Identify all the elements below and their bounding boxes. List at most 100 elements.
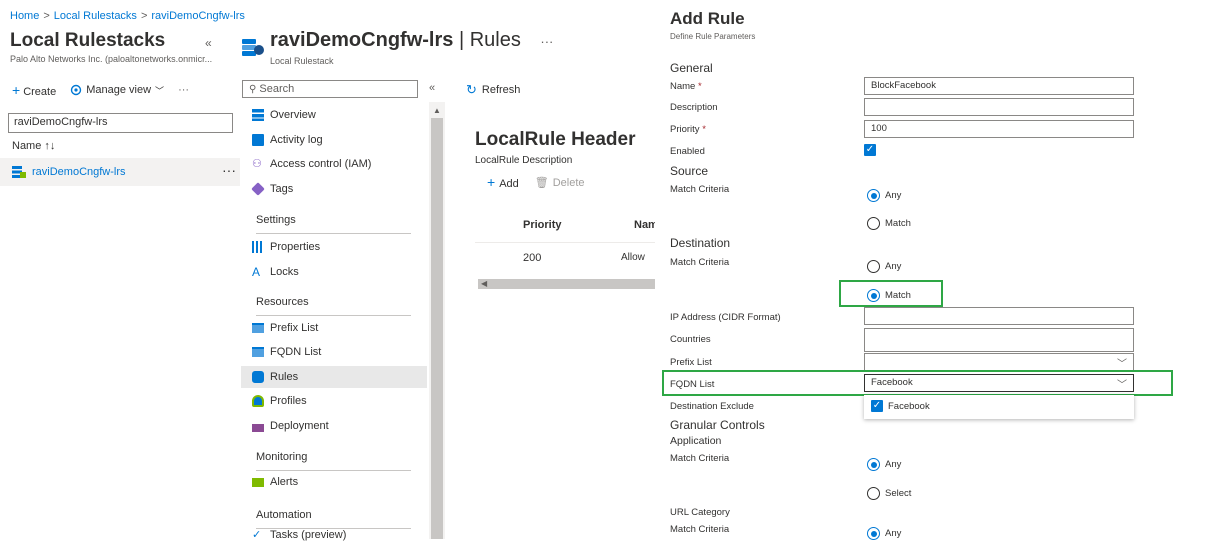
nav-label: Properties: [270, 241, 321, 253]
dest-any-radio[interactable]: Any: [867, 260, 901, 273]
tag-icon: [251, 182, 265, 196]
ip-address-field[interactable]: [864, 307, 1134, 325]
collapse-nav-button[interactable]: «: [429, 82, 435, 94]
url-any-radio[interactable]: Any: [867, 527, 901, 540]
filter-input[interactable]: raviDemoCngfw-lrs: [8, 113, 233, 133]
fqdn-dropdown-list: ✓ Facebook: [864, 395, 1134, 419]
nav-item-tasks[interactable]: ✓ Tasks (preview): [241, 529, 427, 543]
nav-item-tags[interactable]: Tags: [241, 178, 427, 200]
app-any-radio[interactable]: Any: [867, 458, 901, 471]
rule-name-field[interactable]: BlockFacebook: [864, 77, 1134, 95]
priority-label: Priority *: [670, 124, 706, 135]
general-heading: General: [670, 61, 713, 75]
highlight-box: [839, 280, 943, 307]
nav-divider: [256, 233, 411, 234]
nav-item-fqdn-list[interactable]: FQDN List: [241, 341, 427, 363]
nav-item-rules[interactable]: Rules: [241, 366, 427, 388]
radio-dot: [867, 458, 880, 471]
create-label: Create: [23, 86, 57, 98]
add-label: Add: [499, 178, 519, 190]
radio-dot: [867, 527, 880, 540]
nav-section-settings: Settings: [256, 214, 296, 226]
priority-field[interactable]: 100: [864, 120, 1134, 138]
countries-field[interactable]: [864, 328, 1134, 352]
nav-item-properties[interactable]: Properties: [241, 236, 427, 258]
resource-name: raviDemoCngfw-lrs: [270, 29, 454, 51]
required-mark: *: [702, 124, 706, 135]
nav-item-alerts[interactable]: Alerts: [241, 471, 427, 493]
nav-item-profiles[interactable]: Profiles: [241, 390, 427, 412]
prefix-list-select[interactable]: ﹀: [864, 353, 1134, 371]
option-checkbox: ✓: [871, 400, 883, 412]
countries-label: Countries: [670, 334, 711, 345]
destination-heading: Destination: [670, 236, 731, 250]
create-button[interactable]: + Create: [12, 82, 56, 98]
granular-controls-heading: Granular Controls: [670, 418, 765, 432]
rule-priority-cell: 200: [523, 252, 542, 264]
rules-description: LocalRule Description: [475, 155, 573, 166]
priority-column-header[interactable]: Priority: [523, 219, 562, 231]
breadcrumb-rulestack[interactable]: raviDemoCngfw-lrs: [151, 10, 245, 22]
rulestack-icon: [12, 166, 26, 178]
fqdn-option[interactable]: ✓ Facebook: [871, 400, 930, 412]
page-title: Local Rulestacks: [10, 30, 166, 51]
radio-dot: [867, 189, 880, 202]
ip-address-label: IP Address (CIDR Format): [670, 312, 781, 323]
row-more-button[interactable]: ···: [222, 162, 236, 178]
destination-exclude-label: Destination Exclude: [670, 401, 754, 412]
nav-item-locks[interactable]: A Locks: [241, 261, 427, 283]
table-row[interactable]: raviDemoCngfw-lrs ···: [0, 158, 240, 186]
highlight-box: [662, 370, 1173, 396]
manage-view-button[interactable]: Manage view ﹀: [70, 84, 164, 97]
breadcrumb-home[interactable]: Home: [10, 10, 39, 22]
name-label: Name *: [670, 81, 702, 92]
gear-icon: [71, 84, 82, 96]
scroll-up-arrow-icon[interactable]: ▲: [433, 106, 441, 115]
trash-icon: 🗑: [534, 176, 549, 189]
nav-scrollbar-thumb[interactable]: [431, 118, 443, 539]
rule-name-cell[interactable]: Allow: [621, 252, 645, 263]
nav-item-activity-log[interactable]: Activity log: [241, 129, 427, 151]
scroll-left-arrow-icon[interactable]: ◀: [481, 279, 487, 288]
source-match-radio[interactable]: Match: [867, 217, 911, 230]
source-match-criteria-label: Match Criteria: [670, 184, 730, 195]
nav-section-monitoring: Monitoring: [256, 451, 308, 463]
panel-title: Add Rule: [670, 9, 745, 28]
nav-item-deployment[interactable]: Deployment: [241, 415, 427, 437]
refresh-button[interactable]: ↻ Refresh: [466, 82, 520, 98]
breadcrumb-local-rulestacks[interactable]: Local Rulestacks: [54, 10, 137, 22]
delete-rule-button[interactable]: 🗑 Delete: [535, 176, 585, 189]
nav-label: Activity log: [270, 134, 323, 146]
collapse-left-button[interactable]: «: [205, 36, 212, 50]
nav-item-access-control[interactable]: ⚇ Access control (IAM): [241, 153, 427, 175]
alert-icon: [252, 477, 264, 487]
nav-label: Profiles: [270, 395, 307, 407]
more-button[interactable]: ···: [178, 84, 189, 96]
name-column-header[interactable]: Name ↑↓: [12, 140, 55, 152]
resource-more-button[interactable]: ···: [540, 34, 553, 49]
source-any-radio[interactable]: Any: [867, 189, 901, 202]
nav-item-prefix-list[interactable]: Prefix List: [241, 317, 427, 339]
rules-icon: [252, 371, 264, 383]
refresh-label: Refresh: [481, 84, 521, 96]
breadcrumb-separator: >: [43, 10, 50, 22]
table-horizontal-scrollbar[interactable]: [478, 279, 658, 289]
description-field[interactable]: [864, 98, 1134, 116]
nav-label: Access control (IAM): [270, 158, 372, 170]
nav-item-overview[interactable]: Overview: [241, 104, 427, 126]
add-rule-button[interactable]: + Add: [487, 174, 519, 190]
people-icon: ⚇: [252, 158, 262, 170]
nav-search-input[interactable]: ⚲ Search: [242, 80, 418, 98]
fqdn-list-icon: [252, 347, 264, 357]
table-divider: [475, 242, 655, 243]
nav-label: Tasks (preview): [270, 529, 347, 541]
lock-icon: A: [252, 265, 261, 279]
panel-subtitle: Define Rule Parameters: [670, 32, 756, 41]
delete-label: Delete: [552, 176, 585, 189]
rulestack-name-link[interactable]: raviDemoCngfw-lrs: [32, 166, 126, 178]
enabled-checkbox[interactable]: ✓: [864, 144, 876, 156]
app-select-radio[interactable]: Select: [867, 487, 911, 500]
radio-dot: [867, 487, 880, 500]
url-match-criteria-label: Match Criteria: [670, 524, 730, 535]
enabled-label: Enabled: [670, 146, 705, 157]
